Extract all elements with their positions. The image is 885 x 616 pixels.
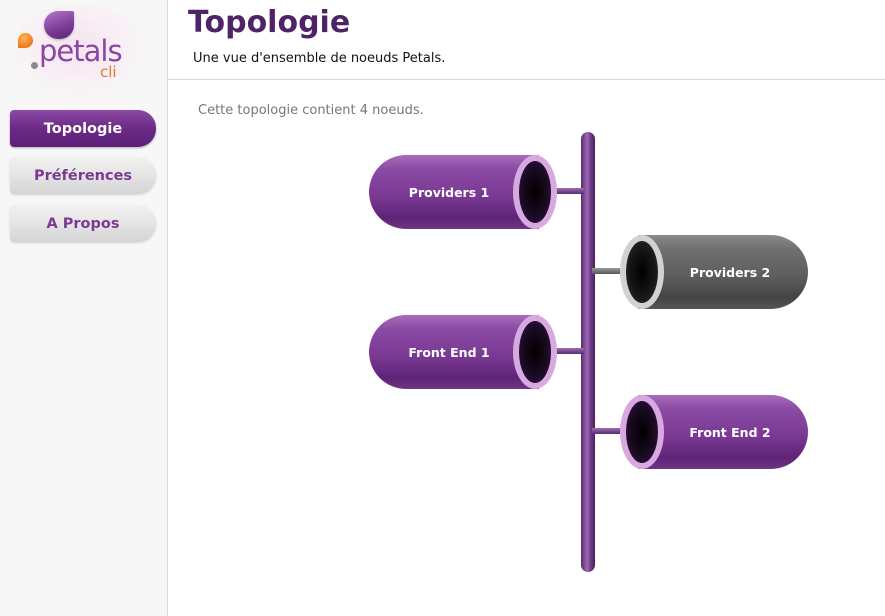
node-opening: [513, 155, 557, 229]
petals-cli-logo: petals cli: [8, 4, 148, 100]
node-front-end-2[interactable]: Front End 2: [620, 395, 808, 469]
topology-diagram: Providers 1 Providers 2 Front End 1 Fron…: [168, 120, 885, 616]
nav-topologie-label: Topologie: [43, 120, 123, 137]
app-window: petals cli Topologie Préférences A Propo…: [0, 0, 885, 616]
nav-a-propos-label: A Propos: [46, 215, 120, 232]
node-label: Providers 1: [408, 184, 490, 200]
node-label: Providers 2: [689, 264, 771, 280]
node-providers-1[interactable]: Providers 1: [369, 155, 557, 229]
logo-suffix: cli: [100, 63, 117, 81]
node-opening: [513, 315, 557, 389]
node-front-end-1[interactable]: Front End 1: [369, 315, 557, 389]
page-header: Topologie Une vue d'ensemble de noeuds P…: [168, 0, 885, 80]
topology-summary: Cette topologie contient 4 noeuds.: [198, 103, 424, 118]
logo-orange-drop-icon: [18, 33, 33, 48]
page-title: Topologie: [188, 5, 351, 40]
nav-topologie-button[interactable]: Topologie: [10, 110, 156, 147]
node-label: Front End 1: [408, 344, 490, 360]
nav-preferences-button[interactable]: Préférences: [10, 157, 156, 194]
nav-a-propos-button[interactable]: A Propos: [10, 205, 156, 242]
node-label: Front End 2: [689, 424, 771, 440]
node-opening: [620, 395, 664, 469]
sidebar: petals cli Topologie Préférences A Propo…: [0, 0, 168, 616]
node-opening: [620, 235, 664, 309]
page-subtitle: Une vue d'ensemble de noeuds Petals.: [193, 51, 446, 66]
nav-preferences-label: Préférences: [33, 167, 133, 184]
logo-grey-dot-icon: [31, 62, 38, 69]
node-providers-2[interactable]: Providers 2: [620, 235, 808, 309]
